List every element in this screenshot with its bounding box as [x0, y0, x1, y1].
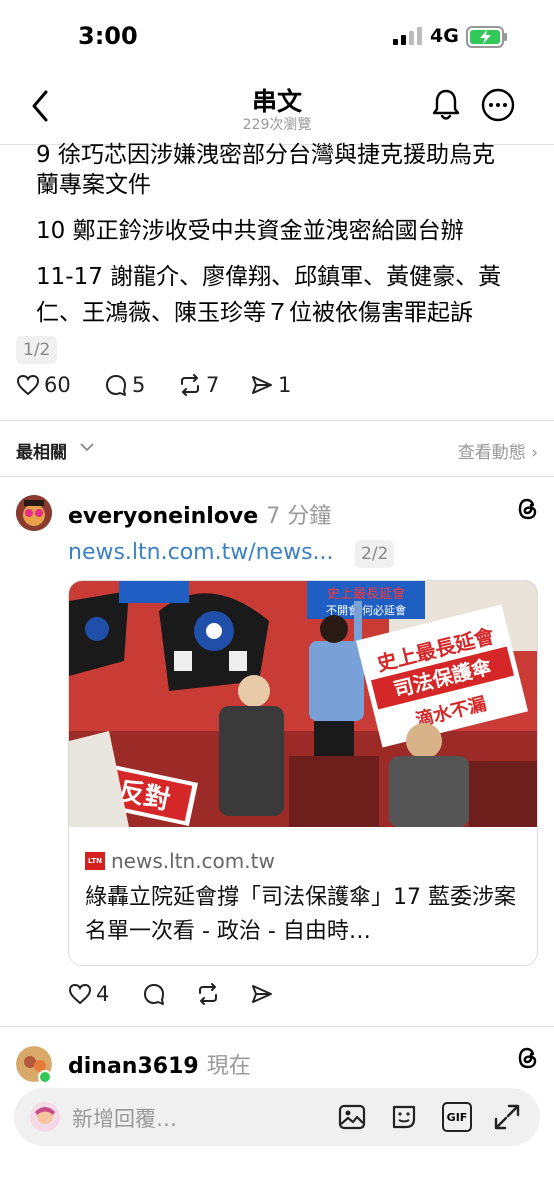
- view-activity-link[interactable]: 查看動態 ›: [458, 438, 538, 463]
- battery-icon: [466, 26, 507, 48]
- reply2-username[interactable]: dinan3619 現在: [68, 1048, 251, 1080]
- ltn-logo-icon: LTN: [85, 852, 105, 870]
- reply-input[interactable]: 新增回覆…: [72, 1103, 177, 1133]
- username-text: everyoneinlove: [68, 504, 259, 529]
- reply-comment-button[interactable]: [142, 982, 170, 1006]
- threads-logo-icon: [518, 498, 537, 520]
- top-nav: 串文 229次瀏覽: [0, 74, 554, 144]
- heart-icon: [16, 374, 40, 396]
- status-bar: 3:00 4G: [0, 0, 554, 74]
- page-indicator: 1/2: [16, 336, 58, 364]
- signal-icon: [393, 27, 422, 45]
- repost-icon: [199, 983, 217, 1005]
- actions-divider: [0, 420, 554, 421]
- status-time: 3:00: [78, 22, 138, 50]
- bell-icon[interactable]: [430, 88, 462, 122]
- news-photo: 史上最長延會 不開會 何必延會 史上最長延會 司法保護傘 滴水不漏 反對: [69, 581, 537, 827]
- comment-button[interactable]: 5: [104, 373, 145, 397]
- reply2-time: 現在: [206, 1054, 251, 1079]
- like-button[interactable]: 60: [16, 373, 71, 397]
- repost-count: 7: [206, 373, 220, 397]
- sort-divider: [0, 476, 554, 477]
- repost-button[interactable]: 7: [178, 373, 219, 397]
- reply-input-bar[interactable]: 新增回覆… GIF: [14, 1088, 540, 1146]
- threads-logo-icon: [518, 1047, 537, 1069]
- page-indicator-2: 2/2: [355, 540, 395, 568]
- repost-icon: [181, 374, 199, 396]
- gif-icon[interactable]: GIF: [442, 1102, 472, 1132]
- reply-like-count: 4: [96, 982, 110, 1006]
- sort-dropdown[interactable]: 最相關: [16, 438, 67, 463]
- sort-bar: 最相關 查看動態 ›: [0, 424, 554, 474]
- reply-repost-button[interactable]: [196, 982, 224, 1006]
- send-icon: [252, 985, 272, 1003]
- link-preview-card[interactable]: 史上最長延會 不開會 何必延會 史上最長延會 司法保護傘 滴水不漏 反對 LTN…: [68, 580, 538, 966]
- username-text-2: dinan3619: [68, 1054, 199, 1079]
- comment-count: 5: [132, 373, 146, 397]
- network-type: 4G: [430, 25, 459, 47]
- comment-icon: [144, 984, 164, 1005]
- reply-share-button[interactable]: [250, 982, 278, 1006]
- thread-line-3: 10 鄭正鈐涉收受中共資金並洩密給國台辦: [36, 218, 464, 244]
- like-count: 60: [44, 373, 71, 397]
- reply-time: 7 分鐘: [266, 504, 332, 529]
- heart-icon: [68, 983, 92, 1005]
- chevron-down-icon[interactable]: [80, 442, 94, 452]
- sticker-icon[interactable]: [389, 1102, 419, 1132]
- thread-line-2: 蘭專案文件: [36, 172, 151, 198]
- reply-divider: [0, 1026, 554, 1027]
- page-title: 串文: [251, 87, 302, 116]
- comment-icon: [106, 375, 126, 396]
- share-button[interactable]: 1: [250, 373, 291, 397]
- reply-actions: 4: [0, 982, 554, 1016]
- thread-actions: 60 5 7 1: [0, 373, 554, 407]
- reply-like-button[interactable]: 4: [68, 982, 109, 1006]
- image-icon[interactable]: [337, 1102, 367, 1132]
- thread-line-1: 9 徐巧芯因涉嫌洩密部分台灣與捷克援助烏克: [36, 142, 495, 168]
- sign-small-text: 史上最長延會: [327, 586, 405, 601]
- more-options-icon[interactable]: [481, 88, 515, 122]
- card-source: LTN news.ltn.com.tw: [85, 849, 275, 873]
- thread-line-4: 11-17 謝龍介、廖偉翔、邱鎮軍、黃健豪、黃: [36, 264, 502, 290]
- card-title: 綠轟立院延會撐「司法保護傘」17 藍委涉案名單一次看 - 政治 - 自由時…: [85, 885, 516, 944]
- thread-line-5: 仁、王鴻薇、陳玉珍等７位被依傷害罪起訴: [36, 300, 473, 326]
- my-avatar: [30, 1102, 60, 1132]
- online-indicator: [38, 1070, 52, 1084]
- card-domain: news.ltn.com.tw: [111, 849, 275, 873]
- share-count: 1: [278, 373, 292, 397]
- view-activity-label: 查看動態: [457, 443, 526, 463]
- avatar[interactable]: [16, 495, 52, 531]
- chevron-right-icon: ›: [531, 443, 538, 463]
- sign-small-text-2: 不開會 何必延會: [326, 603, 406, 617]
- view-count: 229次瀏覽: [242, 117, 312, 133]
- reply-username[interactable]: everyoneinlove 7 分鐘: [68, 498, 331, 530]
- news-link[interactable]: news.ltn.com.tw/news...: [68, 540, 334, 565]
- expand-icon[interactable]: [492, 1102, 522, 1132]
- send-icon: [252, 376, 272, 394]
